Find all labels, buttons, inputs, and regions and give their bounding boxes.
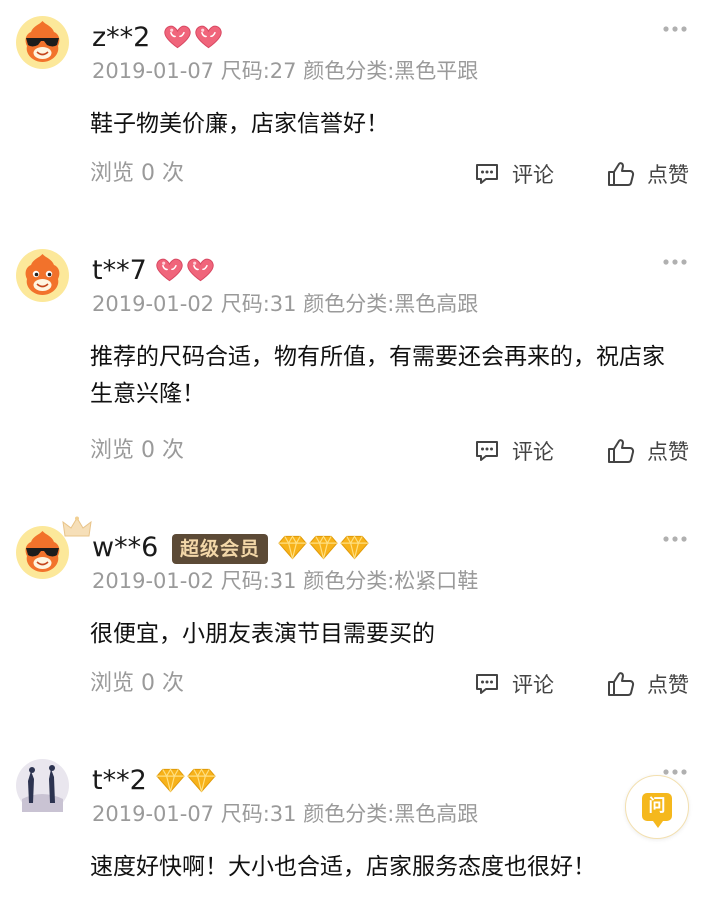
username: z**2 [92, 22, 151, 53]
pink-heart-icon [186, 257, 215, 283]
comment-button[interactable]: 评论 [474, 669, 554, 699]
review-size: 尺码:31 [220, 569, 297, 593]
review-date: 2019-01-07 [92, 59, 215, 83]
review-date: 2019-01-02 [92, 292, 215, 316]
comment-icon [474, 162, 500, 186]
ask-question-button[interactable]: 问 [625, 775, 689, 839]
review-meta: 2019-01-07 尺码:27 颜色分类:黑色平跟 [92, 57, 478, 85]
pink-heart-icon [194, 24, 223, 50]
like-button[interactable]: 点赞 [607, 159, 689, 189]
comment-button[interactable]: 评论 [474, 436, 554, 466]
review-content: 鞋子物美价廉，店家信誉好！ [90, 111, 389, 137]
like-label: 点赞 [647, 673, 689, 697]
gold-diamond-icon [309, 534, 338, 560]
user-level-badges [156, 765, 216, 795]
mascot-icon [16, 249, 69, 302]
vip-badge: 超级会员 [172, 534, 269, 564]
review-color-category: 颜色分类:黑色平跟 [303, 59, 479, 83]
like-label: 点赞 [647, 163, 689, 187]
review-size: 尺码:31 [220, 292, 297, 316]
user-photo-icon [16, 759, 69, 812]
pink-heart-icon [163, 24, 192, 50]
view-count: 浏览 0 次 [90, 438, 184, 463]
gold-diamond-icon [187, 767, 216, 793]
gold-diamond-icon [278, 534, 307, 560]
username: t**7 [92, 255, 147, 286]
thumbs-up-icon [607, 671, 635, 697]
review-date: 2019-01-07 [92, 802, 215, 826]
like-button[interactable]: 点赞 [607, 669, 689, 699]
user-level-badges [155, 255, 215, 285]
user-avatar[interactable] [16, 16, 69, 69]
review-footer: 浏览 0 次 评论 点赞 [0, 159, 712, 189]
comment-button[interactable]: 评论 [474, 159, 554, 189]
comment-label: 评论 [512, 440, 554, 464]
pink-heart-icon [155, 257, 184, 283]
review-meta: 2019-01-07 尺码:31 颜色分类:黑色高跟 [92, 800, 478, 828]
review-date: 2019-01-02 [92, 569, 215, 593]
like-button[interactable]: 点赞 [607, 436, 689, 466]
ask-label: 问 [648, 796, 666, 816]
username: w**6 [92, 532, 159, 563]
more-options-icon[interactable] [662, 256, 688, 268]
question-bubble-icon: 问 [642, 793, 672, 828]
username: t**2 [92, 765, 147, 796]
more-options-icon[interactable] [662, 23, 688, 35]
review-color-category: 颜色分类:黑色高跟 [303, 802, 479, 826]
review-color-category: 颜色分类:松紧口鞋 [303, 569, 479, 593]
review-footer: 浏览 0 次 评论 点赞 [0, 436, 712, 466]
review-meta: 2019-01-02 尺码:31 颜色分类:松紧口鞋 [92, 567, 478, 595]
gold-diamond-icon [340, 534, 369, 560]
user-avatar[interactable] [16, 759, 69, 812]
view-count: 浏览 0 次 [90, 161, 184, 186]
view-count: 浏览 0 次 [90, 671, 184, 696]
review-footer: 浏览 0 次 评论 点赞 [0, 669, 712, 699]
user-level-badges [278, 532, 369, 562]
review-content: 很便宜，小朋友表演节目需要买的 [90, 621, 435, 647]
comment-icon [474, 672, 500, 696]
review-content: 速度好快啊！大小也合适，店家服务态度也很好！ [90, 854, 596, 880]
review-size: 尺码:31 [220, 802, 297, 826]
comment-label: 评论 [512, 163, 554, 187]
user-avatar[interactable] [16, 249, 69, 302]
user-level-badges [163, 22, 223, 52]
review-meta: 2019-01-02 尺码:31 颜色分类:黑色高跟 [92, 290, 478, 318]
more-options-icon[interactable] [662, 533, 688, 545]
like-label: 点赞 [647, 440, 689, 464]
crown-icon [62, 516, 92, 540]
mascot-sunglasses-icon [16, 16, 69, 69]
review-size: 尺码:27 [220, 59, 297, 83]
comment-icon [474, 439, 500, 463]
gold-diamond-icon [156, 767, 185, 793]
thumbs-up-icon [607, 161, 635, 187]
thumbs-up-icon [607, 438, 635, 464]
comment-label: 评论 [512, 673, 554, 697]
user-avatar[interactable] [16, 526, 69, 579]
review-color-category: 颜色分类:黑色高跟 [303, 292, 479, 316]
review-content: 推荐的尺码合适，物有所值，有需要还会再来的，祝店家生意兴隆！ [90, 344, 665, 407]
